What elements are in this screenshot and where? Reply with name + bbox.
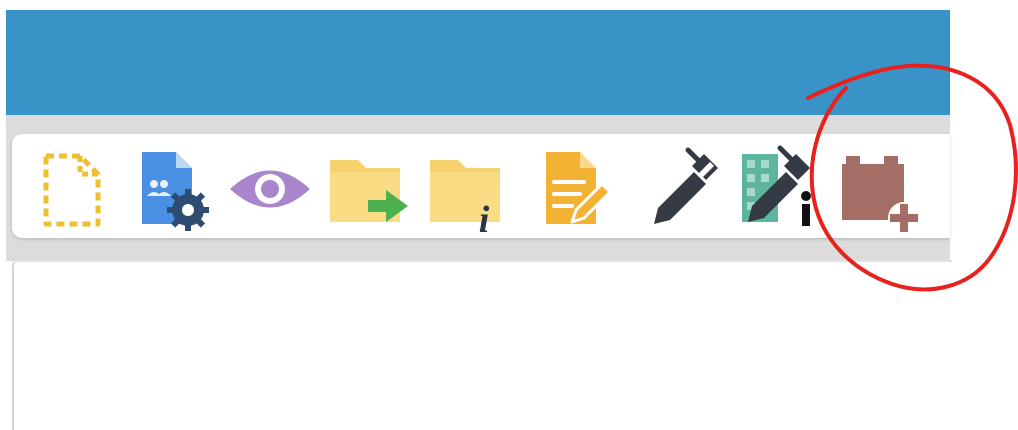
block-add-icon[interactable] — [836, 144, 928, 234]
document-edit-icon[interactable] — [536, 144, 628, 234]
new-document-dashed-icon[interactable] — [30, 144, 122, 234]
folder-move-icon[interactable] — [324, 144, 416, 234]
folder-info-icon[interactable]: i — [422, 144, 514, 234]
eye-icon[interactable] — [224, 144, 316, 234]
content-panel — [12, 260, 952, 430]
header-bar — [6, 10, 950, 115]
toolbar: i — [12, 134, 950, 238]
pen-building-icon[interactable] — [734, 144, 826, 234]
svg-text:i: i — [479, 199, 490, 234]
pen-icon[interactable] — [638, 144, 730, 234]
document-users-settings-icon[interactable] — [130, 144, 222, 234]
